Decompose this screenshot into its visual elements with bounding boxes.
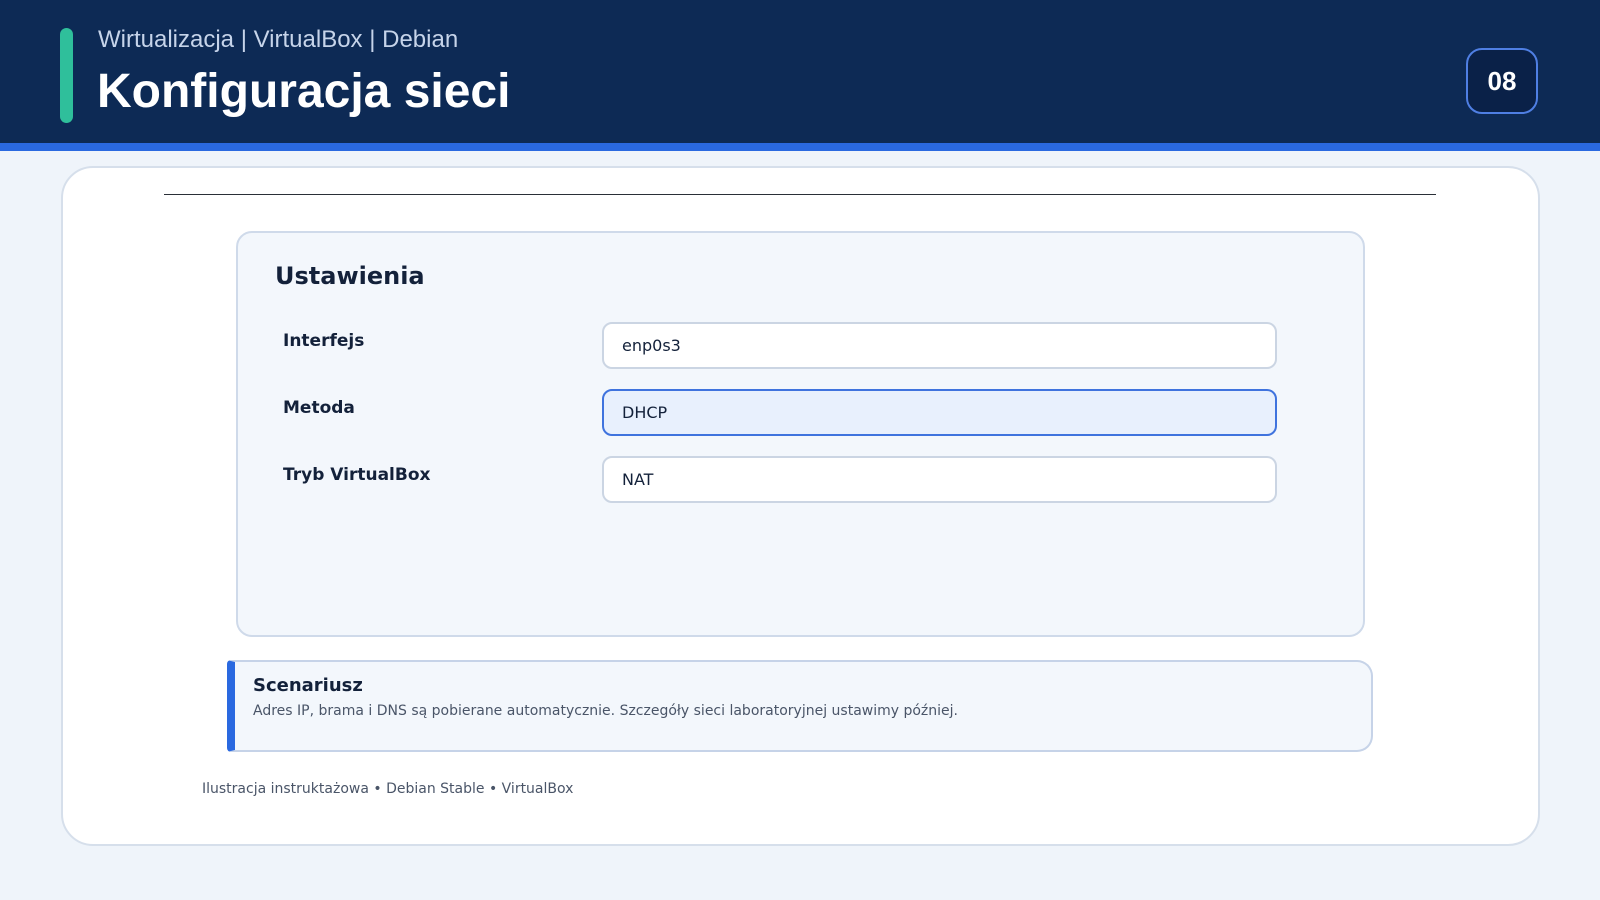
header-accent-stripe <box>0 143 1600 151</box>
scenario-title: Scenariusz <box>253 675 363 696</box>
virtualbox-mode-label: Tryb VirtualBox <box>283 465 431 485</box>
page-title: Konfiguracja sieci <box>97 65 511 118</box>
virtualbox-mode-field[interactable] <box>602 456 1277 503</box>
method-field[interactable] <box>602 389 1277 436</box>
slide-number-badge: 08 <box>1466 48 1538 114</box>
title-accent-bar <box>60 28 73 123</box>
interface-label: Interfejs <box>283 331 365 351</box>
settings-title: Ustawienia <box>275 262 425 290</box>
method-label: Metoda <box>283 398 355 418</box>
scenario-text: Adres IP, brama i DNS są pobierane autom… <box>253 703 958 719</box>
divider-line <box>164 194 1436 195</box>
interface-field[interactable] <box>602 322 1277 369</box>
footer-note: Ilustracja instruktażowa • Debian Stable… <box>202 781 574 797</box>
breadcrumb: Wirtualizacja | VirtualBox | Debian <box>98 26 459 53</box>
